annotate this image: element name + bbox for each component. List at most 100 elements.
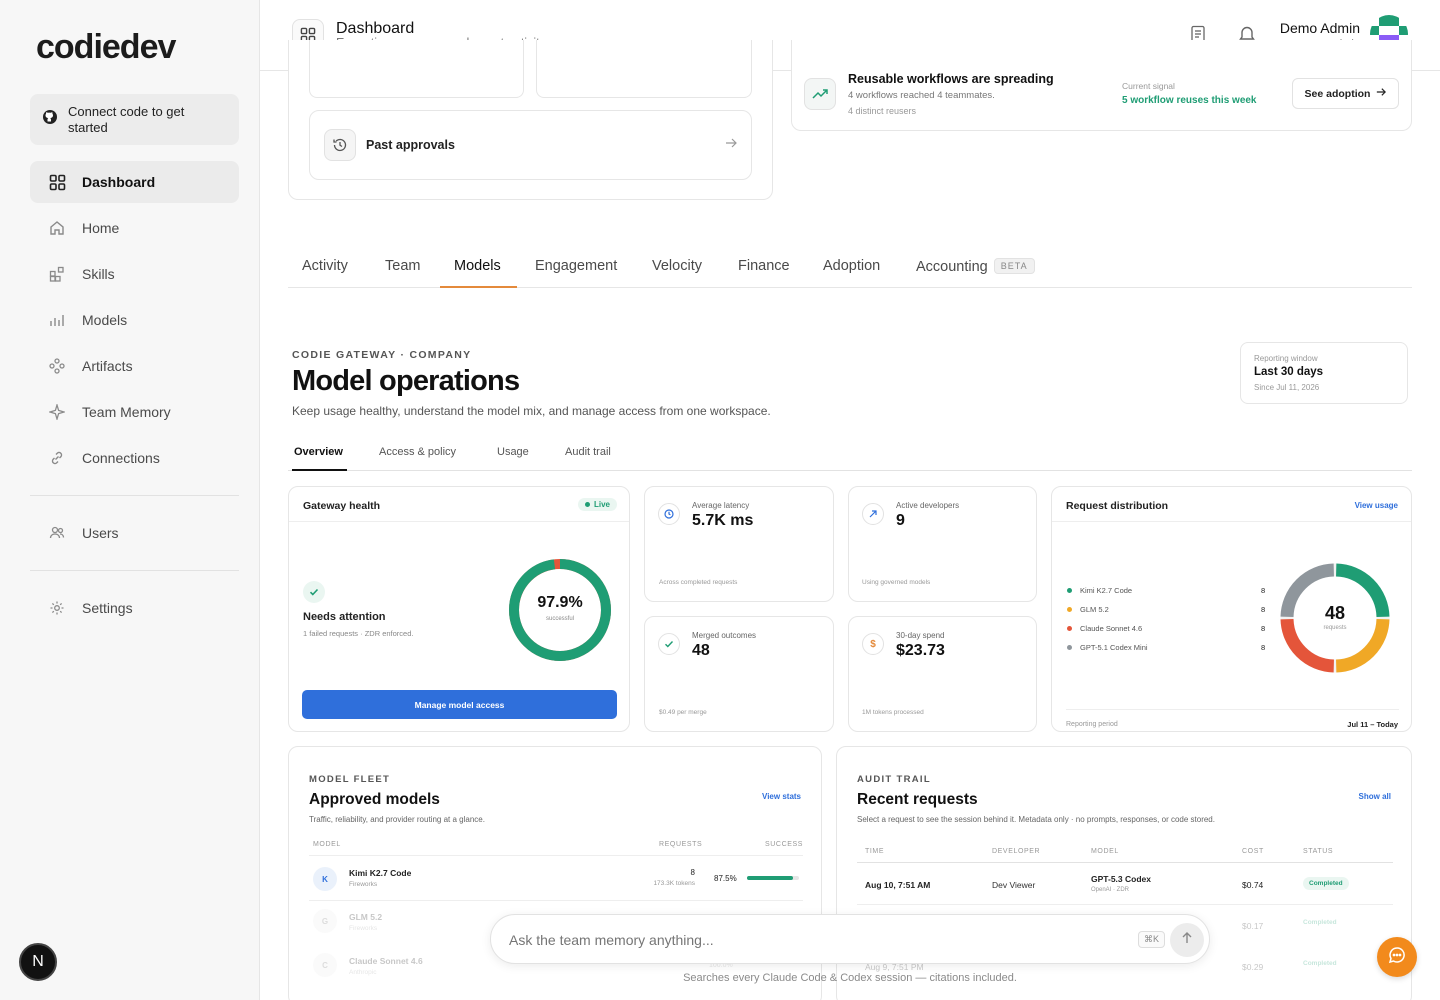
sidebar-divider [30,495,239,496]
sidebar-item-home[interactable]: Home [30,207,239,249]
show-all-link[interactable]: Show all [1359,792,1391,801]
view-usage-link[interactable]: View usage [1355,501,1398,510]
active-tab-indicator [440,286,517,288]
reporting-window-label: Reporting window [1254,354,1318,363]
status-badge: Completed [1303,877,1349,890]
tab-accounting-label: Accounting [916,259,988,275]
model-provider: Fireworks [349,925,378,932]
live-badge-label: Live [593,500,610,509]
see-adoption-button[interactable]: See adoption [1292,78,1399,109]
model-requests: 8 [690,868,695,877]
subtab-overview[interactable]: Overview [294,446,343,458]
metric-card-developers: Active developers 9 Using governed model… [848,486,1037,602]
request-model: GPT-5.3 Codex [1091,874,1151,884]
request-cost: $0.74 [1242,880,1264,890]
table-divider [309,900,803,901]
check-circle-icon [303,581,325,603]
tab-engagement[interactable]: Engagement [535,258,617,274]
tab-velocity[interactable]: Velocity [652,258,702,274]
current-signal-label: Current signal [1122,81,1175,91]
sidebar-item-users[interactable]: Users [30,512,239,554]
sidebar-item-label: Artifacts [82,358,133,374]
approval-card[interactable] [309,40,524,98]
legend-dot [1067,588,1072,593]
request-cost: $0.17 [1242,921,1264,931]
sidebar-item-label: Dashboard [82,174,156,190]
sidebar-item-connections[interactable]: Connections [30,437,239,479]
manage-model-access-button[interactable]: Manage model access [302,690,617,719]
model-avatar: K [313,867,337,891]
grid-icon [48,173,66,191]
metric-foot: Using governed models [862,579,931,586]
request-developer: Dev Viewer [992,880,1036,890]
legend-value: 8 [1261,586,1266,595]
skills-icon [48,265,66,283]
tab-activity[interactable]: Activity [302,258,348,274]
health-percent: 97.9% [537,594,583,611]
sidebar-item-dashboard[interactable]: Dashboard [30,161,239,203]
success-bar-fill [747,876,793,880]
users-icon [48,524,66,542]
arrow-right-icon [725,136,737,154]
sidebar-item-label: Connections [82,450,160,466]
team-memory-input[interactable] [509,932,1109,948]
sidebar-item-artifacts[interactable]: Artifacts [30,345,239,387]
health-detail: 1 failed requests · ZDR enforced. [303,629,414,638]
connect-code-button[interactable]: Connect code to get started [30,94,239,145]
gear-icon [48,599,66,617]
see-adoption-label: See adoption [1304,87,1371,100]
view-stats-link[interactable]: View stats [762,792,801,801]
audit-title: Recent requests [857,791,978,808]
sidebar-item-team-memory[interactable]: Team Memory [30,391,239,433]
past-approvals-button[interactable]: Past approvals [309,110,752,180]
sidebar-item-skills[interactable]: Skills [30,253,239,295]
model-success: 87.5% [714,874,737,883]
tab-models[interactable]: Models [454,258,501,274]
reporting-window[interactable]: Reporting window Last 30 days Since Jul … [1240,342,1408,404]
tab-finance[interactable]: Finance [738,258,790,274]
active-subtab-indicator [292,469,347,471]
history-icon [324,129,356,161]
subtab-access-policy[interactable]: Access & policy [379,446,456,458]
section-title: Model operations [292,365,520,397]
beta-badge: BETA [993,258,1035,274]
sidebar-item-label: Team Memory [82,404,171,420]
sidebar-item-settings[interactable]: Settings [30,587,239,629]
tab-team[interactable]: Team [385,258,420,274]
metric-foot: 1M tokens processed [862,709,924,716]
distribution-total: 48 [1324,603,1346,623]
model-provider: Anthropic [349,969,377,976]
send-button[interactable] [1170,923,1204,957]
github-icon [42,109,58,130]
keyboard-shortcut: ⌘K [1138,931,1166,948]
model-name: GLM 5.2 [349,912,383,922]
model-tokens: 173.3K tokens [653,880,695,887]
link-icon [48,449,66,467]
subtab-audit-trail[interactable]: Audit trail [565,446,611,458]
user-name: Demo Admin [1279,20,1360,36]
home-icon [48,219,66,237]
chat-bubble-icon [1388,946,1406,969]
request-provider: OpenAI · ZDR [1091,887,1130,893]
workspace-avatar[interactable]: N [19,943,57,981]
approval-card[interactable] [536,40,752,98]
gateway-health-card: Gateway health Live Needs attention 1 fa… [288,486,630,732]
brand-logo[interactable]: codiedev [36,28,176,67]
audit-description: Select a request to see the session behi… [857,815,1215,824]
sidebar-item-models[interactable]: Models [30,299,239,341]
subtab-usage[interactable]: Usage [497,446,529,458]
model-provider: Fireworks [349,881,378,888]
column-header: MODEL [1091,848,1119,855]
live-badge: Live [577,498,617,511]
column-header: TIME [865,848,885,855]
metric-label: Average latency [692,501,750,510]
metric-label: Merged outcomes [692,631,757,640]
column-header: SUCCESS [765,841,804,848]
table-divider [857,904,1393,905]
tab-adoption[interactable]: Adoption [823,258,880,274]
signal-card: Reusable workflows are spreading 4 workf… [791,40,1412,131]
tab-accounting[interactable]: Accounting BETA [916,258,1035,275]
metric-card-merged: Merged outcomes 48 $0.49 per merge [644,616,834,732]
metric-value: 9 [896,512,905,529]
support-chat-button[interactable] [1377,937,1417,977]
